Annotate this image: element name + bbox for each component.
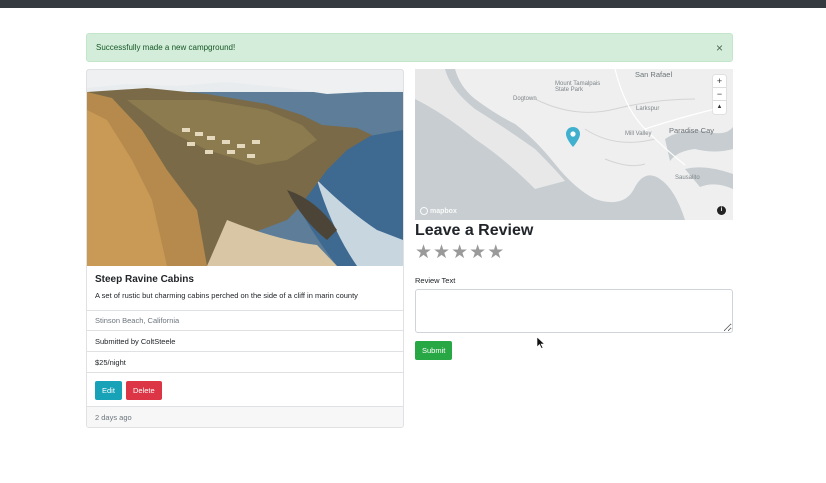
map-label-sausalito: Sausalito <box>675 175 700 181</box>
mapbox-wordmark: mapbox <box>430 207 457 215</box>
success-alert: Successfully made a new campground! × <box>86 33 733 62</box>
map-label-dogtown: Dogtown <box>513 96 537 102</box>
star-icon-3[interactable]: ★ <box>451 243 468 262</box>
map-controls: + − ▲ <box>713 75 726 114</box>
review-text-label: Review Text <box>415 276 456 285</box>
campground-title: Steep Ravine Cabins <box>95 274 194 285</box>
map-label-paradise-cay: Paradise Cay <box>669 126 715 135</box>
mouse-cursor-icon <box>537 337 545 349</box>
star-icon-1[interactable]: ★ <box>415 243 432 262</box>
campground-price: $25/night <box>87 351 403 372</box>
review-heading: Leave a Review <box>415 222 534 239</box>
review-text-input[interactable] <box>415 289 733 333</box>
map-label-san-rafael: San Rafael <box>635 70 673 79</box>
star-rating[interactable]: ★ ★ ★ ★ ★ <box>415 243 504 262</box>
info-icon[interactable]: i <box>717 206 726 215</box>
campground-image <box>87 70 403 266</box>
mapbox-logo[interactable]: mapbox <box>420 207 457 215</box>
close-icon[interactable]: × <box>716 42 723 54</box>
compass-button[interactable]: ▲ <box>713 101 726 114</box>
submit-review-button[interactable]: Submit <box>415 341 453 360</box>
map-label-larkspur: Larkspur <box>636 106 660 112</box>
card-footer: 2 days ago <box>87 406 403 427</box>
campground-location: Stinson Beach, California <box>87 310 403 330</box>
star-icon-2[interactable]: ★ <box>433 243 450 262</box>
star-icon-4[interactable]: ★ <box>469 243 486 262</box>
star-icon-5[interactable]: ★ <box>487 243 504 262</box>
alert-message: Successfully made a new campground! <box>96 43 236 52</box>
top-navbar <box>0 0 826 8</box>
map-label-mt-tamalpais: Mount Tamalpais State Park <box>555 81 601 93</box>
campground-author: Submitted by ColtSteele <box>87 330 403 351</box>
zoom-in-button[interactable]: + <box>713 75 726 88</box>
card-actions: Edit Delete <box>87 372 403 406</box>
map-label-mill-valley: Mill Valley <box>625 131 652 137</box>
zoom-out-button[interactable]: − <box>713 88 726 101</box>
campground-description: A set of rustic but charming cabins perc… <box>95 291 358 300</box>
card-body: Steep Ravine Cabins A set of rustic but … <box>87 266 403 310</box>
map-marker-icon[interactable] <box>566 127 580 147</box>
campground-map[interactable]: San Rafael Mount Tamalpais State Park La… <box>415 69 733 220</box>
delete-button[interactable]: Delete <box>125 381 162 400</box>
edit-button[interactable]: Edit <box>95 381 122 400</box>
campground-card: Steep Ravine Cabins A set of rustic but … <box>86 69 404 428</box>
